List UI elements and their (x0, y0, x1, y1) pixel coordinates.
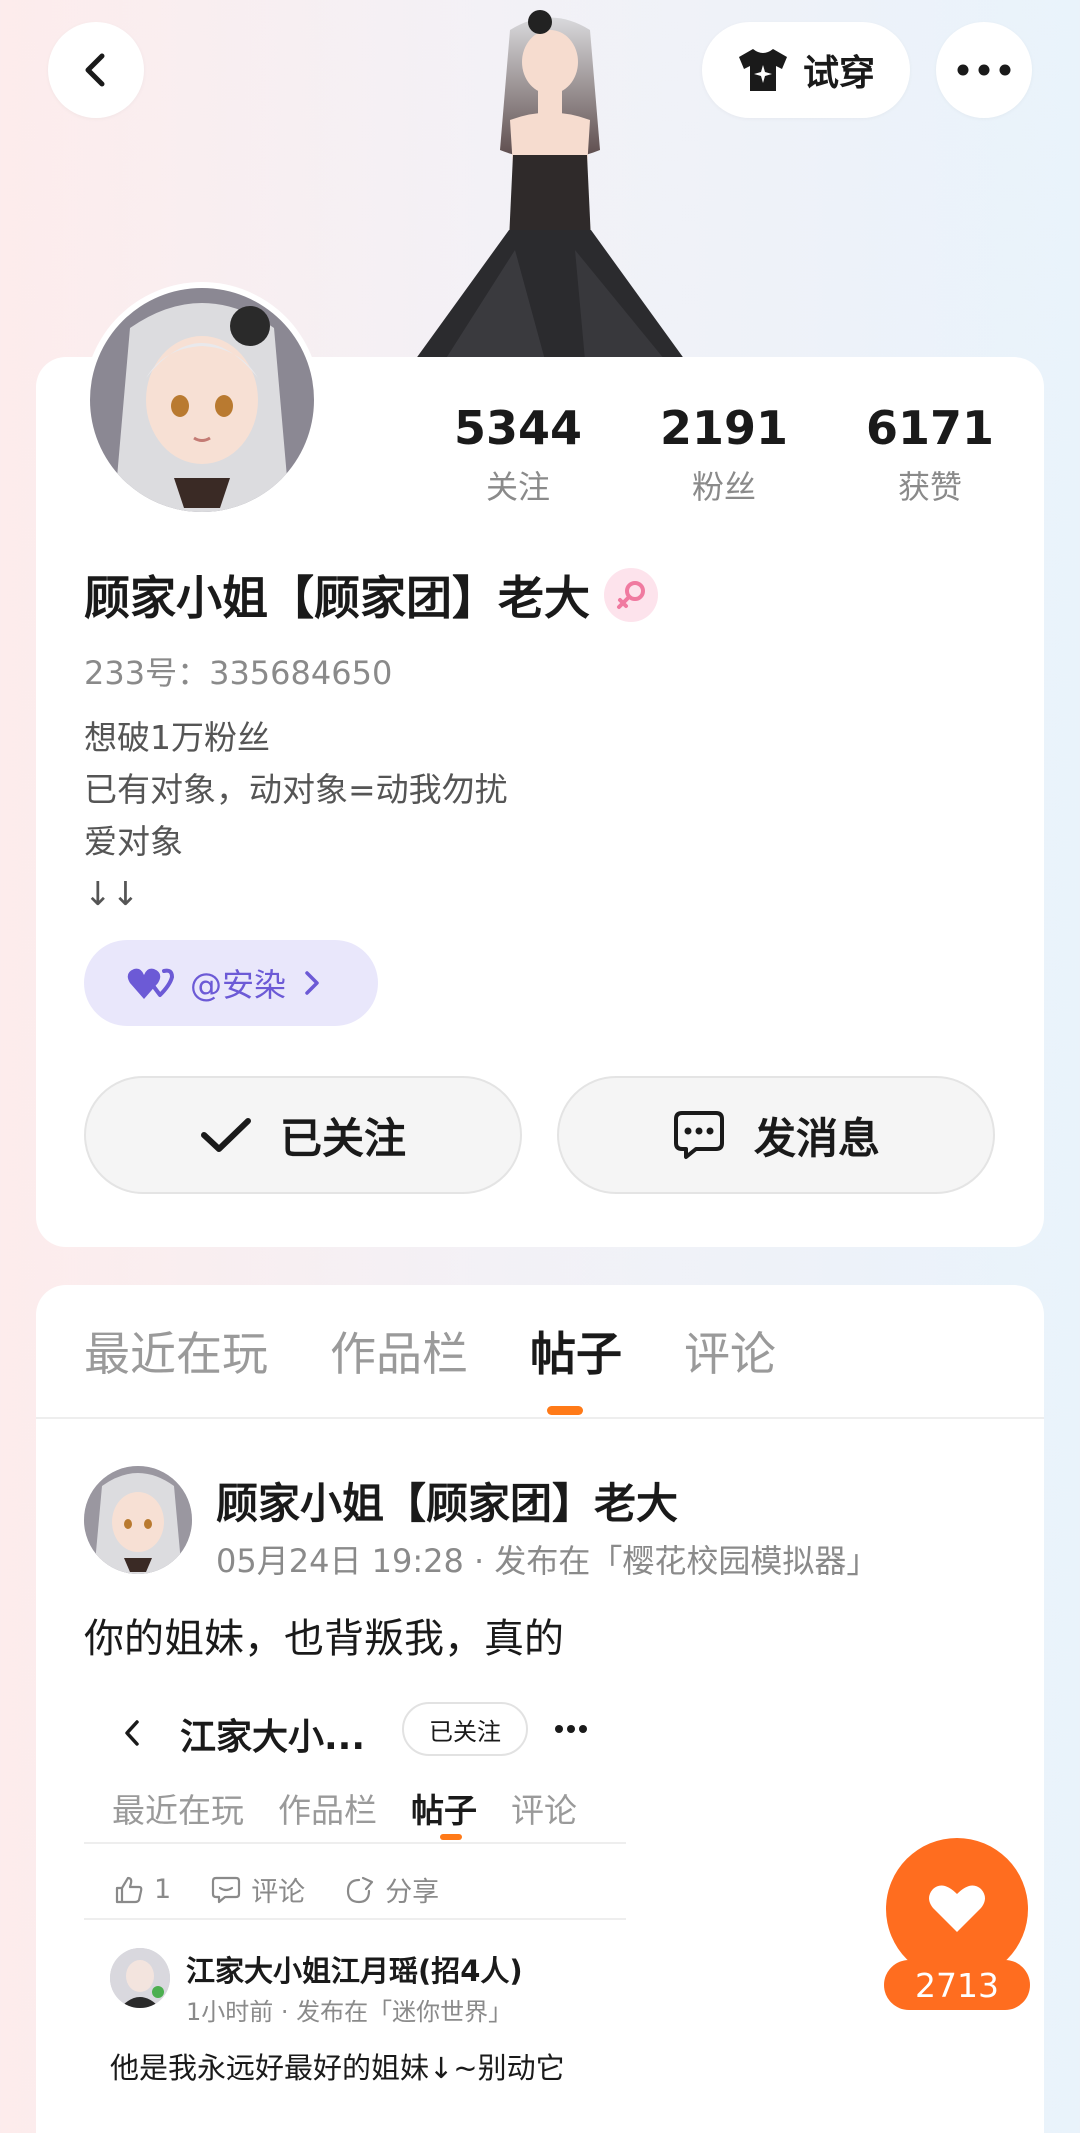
back-arrow-icon (85, 53, 105, 87)
embedded-tab: 作品栏 (278, 1791, 377, 1830)
avatar-image (90, 288, 314, 512)
embedded-tab: 评论 (511, 1791, 577, 1830)
bio-line: ↓↓ (84, 874, 140, 913)
stat-likes-value: 6171 (865, 401, 995, 455)
more-options-button[interactable] (936, 22, 1032, 118)
embedded-followed-button: 已关注 (402, 1702, 528, 1756)
send-message-label: 发消息 (753, 1113, 880, 1163)
tab-recently-played[interactable]: 最近在玩 (84, 1318, 268, 1398)
bio-line: 想破1万粉丝 (84, 718, 270, 757)
post-text: 你的姐妹，也背叛我，真的 (84, 1616, 564, 1662)
post-author-avatar[interactable] (84, 1466, 192, 1574)
embedded-text: 他是我永远好最好的姐妹↓~别动它 (110, 2051, 565, 2085)
embedded-actions: 1 评论 分享 (114, 1870, 439, 1909)
username-row: 顾家小姐【顾家团】老大 (84, 562, 658, 628)
try-on-button[interactable]: 试穿 (702, 22, 910, 118)
embedded-like: 1 (114, 1874, 171, 1905)
more-dots-icon (957, 64, 1011, 76)
thumbs-up-icon (115, 1876, 143, 1903)
embedded-tab-indicator (440, 1834, 462, 1840)
back-button[interactable] (48, 22, 144, 118)
share-icon (347, 1876, 374, 1903)
avatar[interactable] (84, 282, 320, 518)
embedded-tabs: 最近在玩 作品栏 帖子 评论 (112, 1784, 577, 1832)
embedded-tab: 帖子 (411, 1791, 477, 1830)
partner-link[interactable]: @安染 (84, 940, 378, 1026)
shirt-sparkle-icon (738, 49, 787, 91)
comment-icon (212, 1876, 241, 1903)
try-on-label: 试穿 (802, 53, 875, 94)
embedded-meta: 1小时前 · 发布在「迷你世界」 (186, 1998, 513, 2026)
partner-name: @安染 (190, 966, 287, 1004)
embedded-comment-label: 评论 (251, 1877, 306, 1908)
stat-following-label: 关注 (485, 468, 550, 506)
embedded-avatar (110, 1948, 170, 2008)
bio: 想破1万粉丝 已有对象，动对象=动我勿扰 爱对象 ↓↓ (84, 712, 508, 920)
heart-icon (929, 1885, 985, 1932)
chevron-right-icon (305, 971, 319, 995)
embedded-share: 分享 (345, 1870, 439, 1909)
embedded-author: 江家大小姐江月瑶(招4人) (186, 1954, 523, 1988)
avatar-image (84, 1466, 192, 1574)
stat-fans[interactable]: 2191 粉丝 (634, 400, 814, 508)
embedded-like-count: 1 (154, 1874, 172, 1905)
post-image[interactable]: 江家大小... 已关注 最近在玩 作品栏 帖子 评论 1 评论 分享 江家大小姐… (84, 1686, 626, 2133)
stat-likes-label: 获赞 (897, 468, 962, 506)
embedded-share-label: 分享 (385, 1877, 440, 1908)
back-arrow-icon (125, 1720, 139, 1746)
active-tab-indicator (547, 1406, 583, 1415)
followed-button[interactable]: 已关注 (84, 1076, 522, 1194)
tabs-divider (36, 1417, 1044, 1419)
embedded-tab: 最近在玩 (112, 1791, 244, 1830)
gender-badge (604, 568, 658, 622)
stat-following[interactable]: 5344 关注 (428, 400, 608, 508)
stat-likes[interactable]: 6171 获赞 (840, 400, 1020, 508)
checkmark-icon (200, 1118, 251, 1152)
double-heart-icon (127, 968, 174, 999)
bio-line: 已有对象，动对象=动我勿扰 (84, 770, 508, 809)
user-id: 233号：335684650 (84, 654, 393, 692)
embedded-comment: 评论 (211, 1870, 305, 1909)
embedded-divider (84, 1918, 626, 1920)
send-message-button[interactable]: 发消息 (557, 1076, 995, 1194)
followed-label: 已关注 (279, 1113, 406, 1163)
avatar-image (110, 1948, 170, 2008)
post-meta: 05月24日 19:28 · 发布在「樱花校园模拟器」 (216, 1542, 879, 1580)
profile-tabs: 最近在玩 作品栏 帖子 评论 (84, 1318, 776, 1398)
post-author-name[interactable]: 顾家小姐【顾家团】老大 (216, 1470, 678, 1531)
like-count-badge: 2713 (884, 1960, 1030, 2010)
stat-following-value: 5344 (453, 401, 583, 455)
embedded-divider (84, 1842, 626, 1844)
more-dots-icon (555, 1725, 587, 1733)
username: 顾家小姐【顾家团】老大 (84, 571, 590, 625)
stat-fans-label: 粉丝 (691, 468, 756, 506)
tab-posts[interactable]: 帖子 (530, 1318, 622, 1398)
stat-fans-value: 2191 (659, 401, 789, 455)
tab-comments[interactable]: 评论 (684, 1318, 776, 1398)
tab-works[interactable]: 作品栏 (330, 1318, 468, 1398)
female-icon (617, 581, 645, 609)
like-button[interactable] (886, 1838, 1028, 1980)
embedded-profile-title: 江家大小... (180, 1717, 366, 1758)
chat-bubble-icon (673, 1111, 724, 1159)
bio-line: 爱对象 (84, 822, 183, 861)
character-figure (415, 10, 685, 360)
